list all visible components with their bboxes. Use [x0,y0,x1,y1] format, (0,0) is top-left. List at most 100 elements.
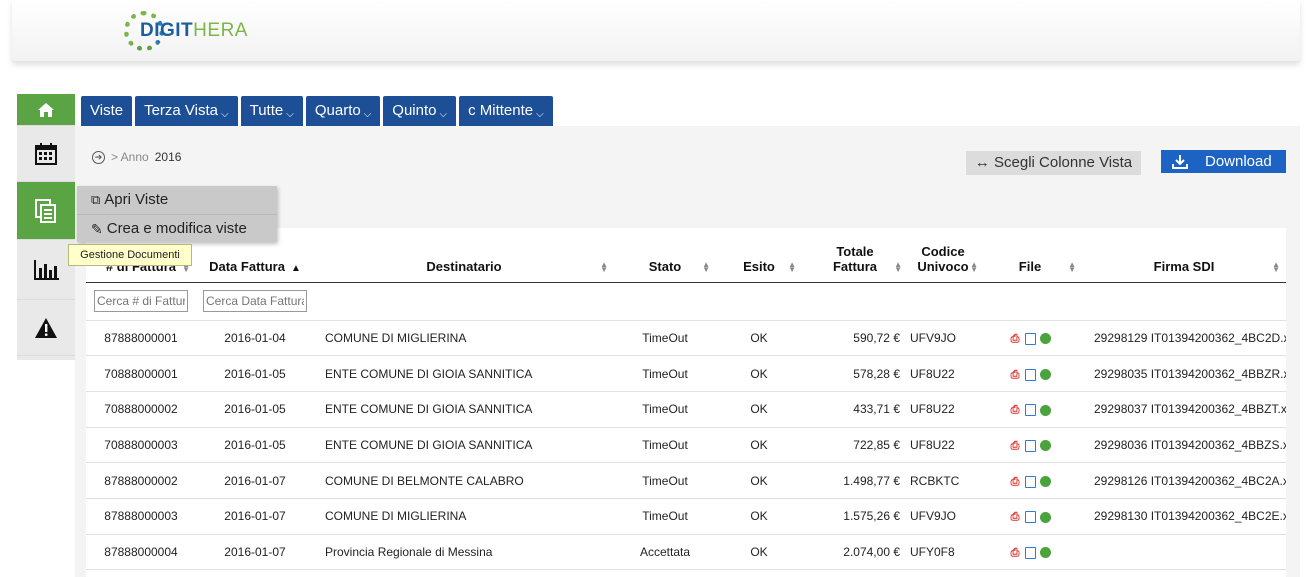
cell-destinatario: COMUNE DI MIGLIERINA [314,498,614,535]
cell-totale: 1.575,26 € [802,498,908,535]
download-icon [1172,154,1188,169]
table-row[interactable]: 87888000003 2016-01-07 COMUNE DI MIGLIERIN… [86,498,1286,535]
cell-file: ⎙ [978,427,1082,464]
table-row[interactable]: 70888000001 2016-01-05 ENTE COMUNE DI GIOI… [86,355,1286,392]
cell-esito: OK [716,427,802,464]
cell-codice: RCBKTC [908,462,978,499]
menu-item-open-views[interactable]: ⧉ Apri Viste [77,186,277,214]
cell-file: ⎙ [978,462,1082,499]
status-ok-icon[interactable] [1040,333,1051,345]
sidebar [17,94,75,360]
pdf-file-icon[interactable]: ⎙ [1009,404,1021,416]
table-row[interactable]: 70888000002 2016-01-05 ENTE COMUNE DI GIOI… [86,391,1286,428]
cell-data: 2016-01-04 [196,320,314,357]
breadcrumb-label: > Anno [111,150,149,164]
cell-file: ⎙ [978,355,1082,392]
xml-file-icon[interactable] [1025,332,1036,345]
tab-c-mittente[interactable]: c Mittente ⌵ [459,96,553,126]
menu-item-edit-views[interactable]: ✎ Crea e modifica viste [77,214,277,242]
pdf-file-icon[interactable]: ⎙ [1009,511,1021,523]
pdf-file-icon[interactable]: ⎙ [1009,547,1021,559]
status-ok-icon[interactable] [1040,404,1051,416]
chevron-down-icon: ⌵ [536,109,544,120]
cell-firma: 29298036 IT01394200362_4BBZS.x... [1082,427,1286,464]
sort-icon: ▲▼ [1068,259,1076,274]
digithera-logo[interactable]: DIGITHERA [124,10,248,52]
cell-stato: TimeOut [614,427,716,464]
column-header-totale[interactable]: Totale Fattura ▲ ▼ [802,228,908,283]
table-row[interactable]: 87888000002 2016-01-07 COMUNE DI BELMONTE … [86,462,1286,499]
search-numero-input[interactable] [94,290,188,312]
xml-file-icon[interactable] [1025,404,1036,417]
cell-numero: 70888000001 [86,355,196,392]
sidebar-item-alerts[interactable] [17,300,75,356]
tab-viste[interactable]: Viste [81,96,133,126]
sidebar-item-home[interactable] [17,94,75,126]
cell-destinatario: Provincia Regionale di Messina [314,534,614,571]
cell-esito: OK [716,534,802,571]
cell-data: 2016-01-07 [196,534,314,571]
column-header-destinatario[interactable]: Destinatario ▲ ▼ [314,228,614,283]
tab-tutte[interactable]: Tutte ⌵ [240,96,303,126]
cell-file: ⎙ [978,534,1082,571]
table-row[interactable]: 87888000001 2016-01-04 COMUNE DI MIGLIERIN… [86,320,1286,357]
cell-totale: 722,85 € [802,427,908,464]
tab-quinto[interactable]: Quinto ⌵ [383,96,457,126]
status-ok-icon[interactable] [1040,440,1051,452]
cell-codice: UFV9JO [908,498,978,535]
chevron-down-icon: ⌵ [286,109,294,120]
status-ok-icon[interactable] [1040,476,1051,488]
cell-destinatario: ENTE COMUNE DI GIOIA SANNITICA [314,391,614,428]
sidebar-item-calendar[interactable] [17,126,75,182]
xml-file-icon[interactable] [1025,368,1036,381]
cell-numero: 87888000002 [86,462,196,499]
column-header-firma[interactable]: Firma SDI ▲ ▼ [1082,228,1286,283]
table-row[interactable]: 87888000004 2016-01-07 Provincia Regionale… [86,534,1286,571]
chevron-down-icon: ⌵ [439,109,448,120]
status-ok-icon[interactable] [1040,547,1051,559]
xml-file-icon[interactable] [1025,546,1036,559]
tab-quarto[interactable]: Quarto ⌵ [305,96,381,126]
invoice-table: # di Fattura▲▼ Data Fattura▲ Destinatari… [86,228,1286,571]
xml-file-icon[interactable] [1025,439,1036,452]
cell-destinatario: COMUNE DI MIGLIERINA [314,320,614,357]
cell-firma [1082,534,1286,571]
cell-firma: 29298126 IT01394200362_4BC2A.x... [1082,462,1286,499]
pdf-file-icon[interactable]: ⎙ [1009,369,1021,381]
cell-codice: UF8U22 [908,427,978,464]
column-header-esito[interactable]: Esito ▲ ▼ [716,228,802,283]
xml-file-icon[interactable] [1025,475,1036,488]
column-header-codice[interactable]: Codice Univoco ▲ ▼ [908,228,978,283]
cell-numero: 87888000003 [86,498,196,535]
breadcrumb-year[interactable]: 2016 [155,150,182,164]
cell-esito: OK [716,355,802,392]
cell-data: 2016-01-07 [196,462,314,499]
pdf-file-icon[interactable]: ⎙ [1009,440,1021,452]
cell-numero: 70888000002 [86,391,196,428]
column-header-file[interactable]: File ▲ ▼ [978,228,1082,283]
status-ok-icon[interactable] [1040,369,1051,381]
sidebar-tooltip: Gestione Documenti [68,244,192,266]
copy-icon: ⧉ [91,192,101,207]
arrow-circle-right-icon[interactable]: ➔ [92,150,105,164]
column-header-stato[interactable]: Stato ▲ ▼ [614,228,716,283]
cell-destinatario: COMUNE DI BELMONTE CALABRO [314,462,614,499]
cell-totale: 433,71 € [802,391,908,428]
download-button[interactable]: Download [1161,150,1286,173]
cell-stato: TimeOut [614,498,716,535]
pdf-file-icon[interactable]: ⎙ [1009,476,1021,488]
sidebar-item-documents[interactable] [17,182,75,240]
xml-file-icon[interactable] [1025,511,1036,524]
tab-terza-vista[interactable]: Terza Vista ⌵ [135,96,238,126]
cell-totale: 590,72 € [802,320,908,357]
search-data-input[interactable] [203,290,307,312]
sidebar-item-statistics[interactable] [17,240,75,300]
cell-file: ⎙ [978,391,1082,428]
sort-icon: ▲▼ [788,259,796,274]
cell-totale: 2.074,00 € [802,534,908,571]
pdf-file-icon[interactable]: ⎙ [1009,333,1021,345]
table-row[interactable]: 70888000003 2016-01-05 ENTE COMUNE DI GIOI… [86,427,1286,464]
choose-columns-button[interactable]: ↔ Scegli Colonne Vista [966,151,1141,175]
home-icon [38,102,54,117]
status-ok-icon[interactable] [1040,511,1051,523]
